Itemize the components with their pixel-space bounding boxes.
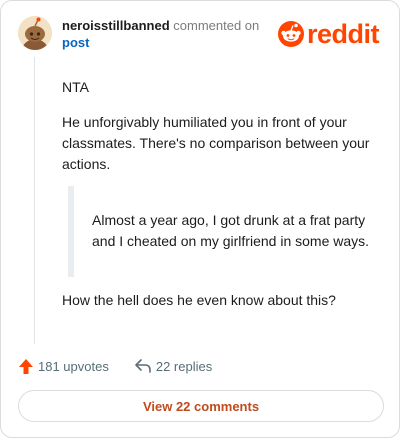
upvote-arrow-icon	[19, 358, 33, 374]
brand-wordmark: reddit	[307, 18, 380, 49]
upvote-label: 181 upvotes	[38, 358, 109, 374]
post-link[interactable]: post	[62, 34, 272, 51]
comment-stats: 181 upvotes 22 replies	[18, 356, 212, 376]
comment-meta: neroisstillbanned commented on post	[62, 17, 272, 51]
action-text: commented on	[173, 18, 260, 33]
reddit-alien-icon	[278, 21, 304, 47]
upvote-count[interactable]: 181 upvotes	[18, 358, 109, 375]
comment-paragraph: He unforgivably humiliated you in front …	[62, 114, 370, 172]
reply-label: 22 replies	[155, 358, 213, 374]
comment-card: neroisstillbanned commented on post redd…	[0, 0, 400, 438]
thread-line[interactable]	[34, 57, 35, 344]
author-name[interactable]: neroisstillbanned	[62, 18, 170, 33]
avatar[interactable]	[18, 16, 52, 50]
reply-arrow-icon	[135, 359, 151, 373]
comment-paragraph: NTA	[62, 79, 89, 95]
snoo-avatar-icon	[18, 16, 52, 50]
quote-content: Almost a year ago, I got drunk at a frat…	[92, 212, 370, 249]
comment-paragraph: How the hell does he even know about thi…	[62, 292, 336, 308]
reply-count[interactable]: 22 replies	[134, 358, 212, 374]
quoted-text: Almost a year ago, I got drunk at a frat…	[68, 186, 378, 277]
reddit-logo[interactable]: reddit	[278, 17, 380, 51]
view-comments-button[interactable]: View 22 comments	[18, 390, 384, 422]
